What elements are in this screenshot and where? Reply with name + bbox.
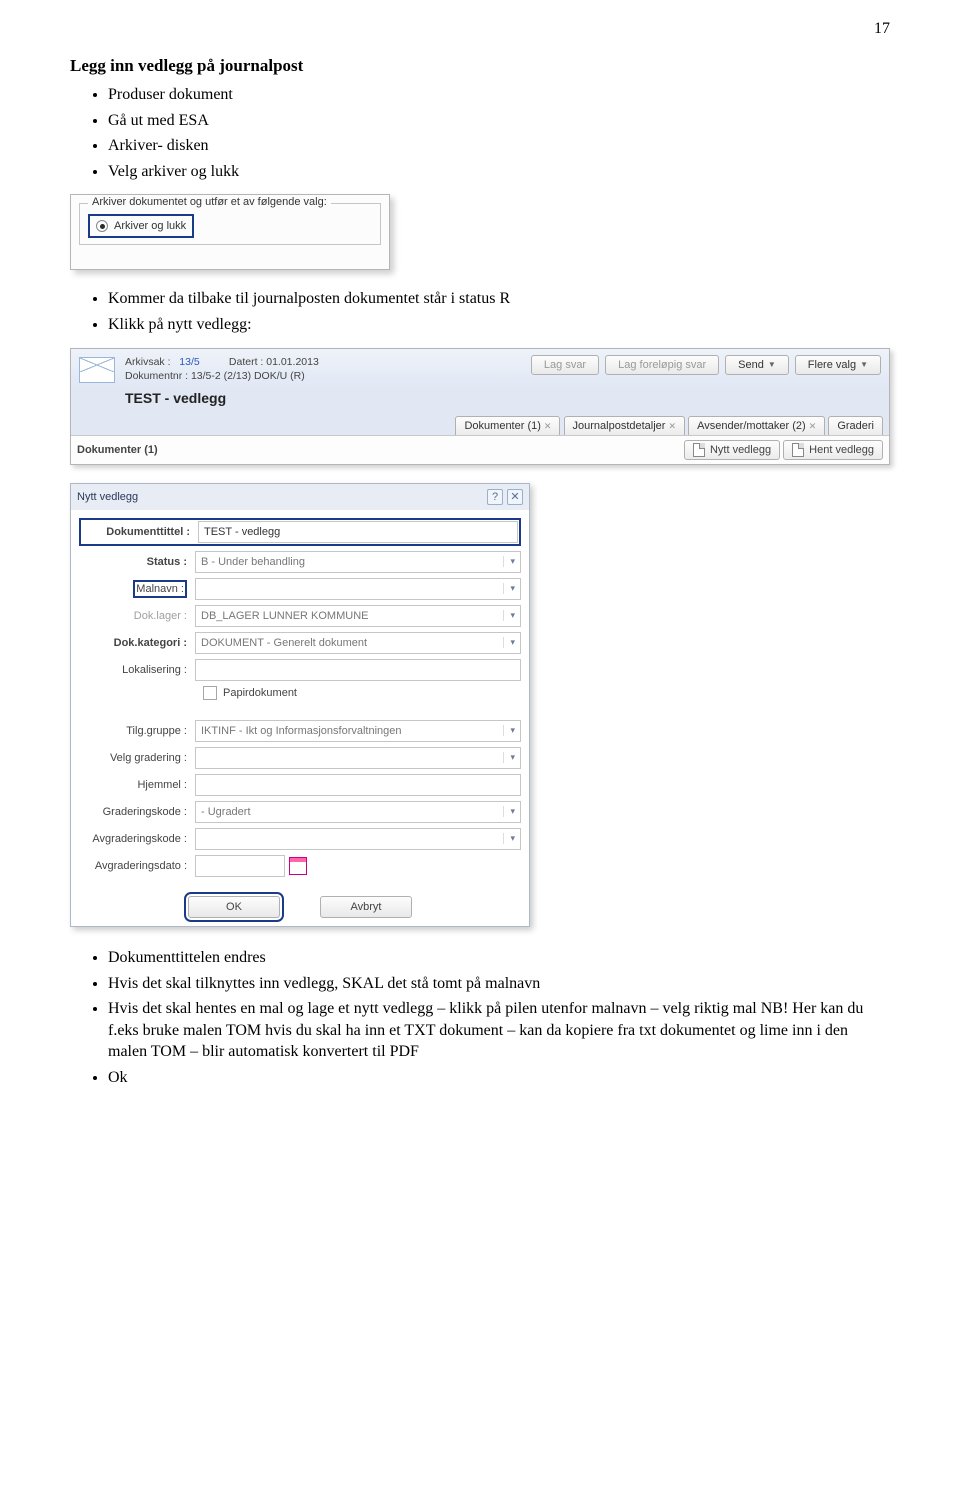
- document-title: TEST - vedlegg: [71, 388, 889, 414]
- chevron-down-icon: ▾: [503, 637, 515, 648]
- list-item: Gå ut med ESA: [108, 108, 890, 134]
- papirdokument-checkbox[interactable]: [203, 686, 217, 700]
- avbryt-button[interactable]: Avbryt: [320, 896, 412, 918]
- malnavn-field[interactable]: ▾: [195, 578, 521, 600]
- meta-block: Arkivsak : 13/5 Datert : 01.01.2013 Doku…: [125, 355, 319, 384]
- document-icon: [693, 443, 705, 457]
- tab-dokumenter[interactable]: Dokumenter (1)✕: [455, 416, 560, 435]
- avgraderingsdato-field[interactable]: [195, 855, 285, 877]
- dokkategori-field[interactable]: DOKUMENT - Generelt dokument▾: [195, 632, 521, 654]
- calendar-icon[interactable]: [289, 857, 307, 875]
- hjemmel-label: Hjemmel :: [79, 779, 195, 791]
- close-icon[interactable]: ✕: [507, 489, 523, 505]
- help-icon[interactable]: ?: [487, 489, 503, 505]
- tilggruppe-label: Tilg.gruppe :: [79, 725, 195, 737]
- doklager-field[interactable]: DB_LAGER LUNNER KOMMUNE▾: [195, 605, 521, 627]
- dokumentnr-label: Dokumentnr : 13/5-2 (2/13) DOK/U (R): [125, 369, 319, 384]
- subbar-label: Dokumenter (1): [77, 444, 158, 456]
- avgraderingskode-label: Avgraderingskode :: [79, 833, 195, 845]
- list-item: Hvis det skal tilknyttes inn vedlegg, SK…: [108, 971, 890, 997]
- datert-label: Datert : 01.01.2013: [229, 356, 319, 368]
- bullet-list-3: Dokumenttittelen endres Hvis det skal ti…: [108, 945, 890, 1091]
- dokumenttittel-row: Dokumenttittel : TEST - vedlegg: [79, 518, 521, 546]
- chevron-down-icon: ▼: [860, 360, 868, 369]
- hjemmel-field[interactable]: [195, 774, 521, 796]
- screenshot-journalpost-toolbar: Arkivsak : 13/5 Datert : 01.01.2013 Doku…: [70, 348, 890, 465]
- lokalisering-label: Lokalisering :: [79, 664, 195, 676]
- velggradering-label: Velg gradering :: [79, 752, 195, 764]
- subbar-buttons: Nytt vedlegg Hent vedlegg: [684, 440, 883, 460]
- list-item: Arkiver- disken: [108, 133, 890, 159]
- graderingskode-field[interactable]: - Ugradert▾: [195, 801, 521, 823]
- hent-vedlegg-button[interactable]: Hent vedlegg: [783, 440, 883, 460]
- list-item: Velg arkiver og lukk: [108, 159, 890, 185]
- list-item: Ok: [108, 1065, 890, 1091]
- avgraderingskode-field[interactable]: ▾: [195, 828, 521, 850]
- chevron-down-icon: ▾: [503, 806, 515, 817]
- avgraderingsdato-label: Avgraderingsdato :: [79, 860, 195, 872]
- close-icon[interactable]: ✕: [544, 421, 552, 431]
- document-icon: [792, 443, 804, 457]
- lag-svar-button[interactable]: Lag svar: [531, 355, 599, 375]
- list-item: Dokumenttittelen endres: [108, 945, 890, 971]
- screenshot-nytt-vedlegg-modal: Nytt vedlegg ? ✕ Dokumenttittel : TEST -…: [70, 483, 530, 927]
- status-label: Status :: [79, 556, 195, 568]
- chevron-down-icon: ▾: [503, 583, 515, 594]
- flere-valg-button[interactable]: Flere valg▼: [795, 355, 881, 375]
- send-button[interactable]: Send▼: [725, 355, 789, 375]
- chevron-down-icon: ▾: [503, 752, 515, 763]
- dokumenttittel-field[interactable]: TEST - vedlegg: [198, 521, 518, 543]
- arkivsak-link[interactable]: 13/5: [179, 356, 199, 368]
- tab-journalpostdetaljer[interactable]: Journalpostdetaljer✕: [564, 416, 686, 435]
- papirdokument-label: Papirdokument: [223, 687, 297, 699]
- list-item: Kommer da tilbake til journalposten doku…: [108, 286, 890, 312]
- radio-icon: [96, 220, 108, 232]
- modal-title: Nytt vedlegg: [77, 491, 138, 503]
- chevron-down-icon: ▾: [503, 725, 515, 736]
- archive-legend: Arkiver dokumentet og utfør et av følgen…: [88, 196, 331, 208]
- tilggruppe-field[interactable]: IKTINF - Ikt og Informasjonsforvaltninge…: [195, 720, 521, 742]
- screenshot-archive-dialog: Arkiver dokumentet og utfør et av følgen…: [70, 194, 390, 270]
- chevron-down-icon: ▾: [503, 833, 515, 844]
- page-number: 17: [70, 20, 890, 38]
- velggradering-field[interactable]: ▾: [195, 747, 521, 769]
- lag-forelopig-svar-button[interactable]: Lag foreløpig svar: [605, 355, 719, 375]
- close-icon[interactable]: ✕: [809, 421, 817, 431]
- list-item: Produser dokument: [108, 82, 890, 108]
- tabs-row: Dokumenter (1)✕ Journalpostdetaljer✕ Avs…: [71, 414, 889, 435]
- close-icon[interactable]: ✕: [668, 421, 676, 431]
- radio-label: Arkiver og lukk: [114, 220, 186, 232]
- bullet-list-2: Kommer da tilbake til journalposten doku…: [108, 286, 890, 337]
- graderingskode-label: Graderingskode :: [79, 806, 195, 818]
- chevron-down-icon: ▾: [503, 610, 515, 621]
- ok-button[interactable]: OK: [188, 896, 280, 918]
- dokumenttittel-label: Dokumenttittel :: [82, 526, 198, 538]
- arkivsak-label: Arkivsak :: [125, 356, 171, 368]
- nytt-vedlegg-button[interactable]: Nytt vedlegg: [684, 440, 780, 460]
- list-item: Klikk på nytt vedlegg:: [108, 312, 890, 338]
- status-field[interactable]: B - Under behandling▾: [195, 551, 521, 573]
- lokalisering-field[interactable]: [195, 659, 521, 681]
- section-heading: Legg inn vedlegg på journalpost: [70, 56, 890, 76]
- doklager-label: Dok.lager :: [79, 610, 195, 622]
- dokkategori-label: Dok.kategori :: [79, 637, 195, 649]
- mail-icon: [79, 357, 115, 383]
- tab-avsender-mottaker[interactable]: Avsender/mottaker (2)✕: [688, 416, 825, 435]
- malnavn-label: Malnavn :: [133, 580, 187, 598]
- bullet-list-1: Produser dokument Gå ut med ESA Arkiver-…: [108, 82, 890, 184]
- chevron-down-icon: ▼: [768, 360, 776, 369]
- chevron-down-icon: ▾: [503, 556, 515, 567]
- list-item: Hvis det skal hentes en mal og lage et n…: [108, 996, 890, 1065]
- archive-option-radio[interactable]: Arkiver og lukk: [88, 214, 194, 238]
- tab-gradering[interactable]: Graderi: [828, 416, 883, 435]
